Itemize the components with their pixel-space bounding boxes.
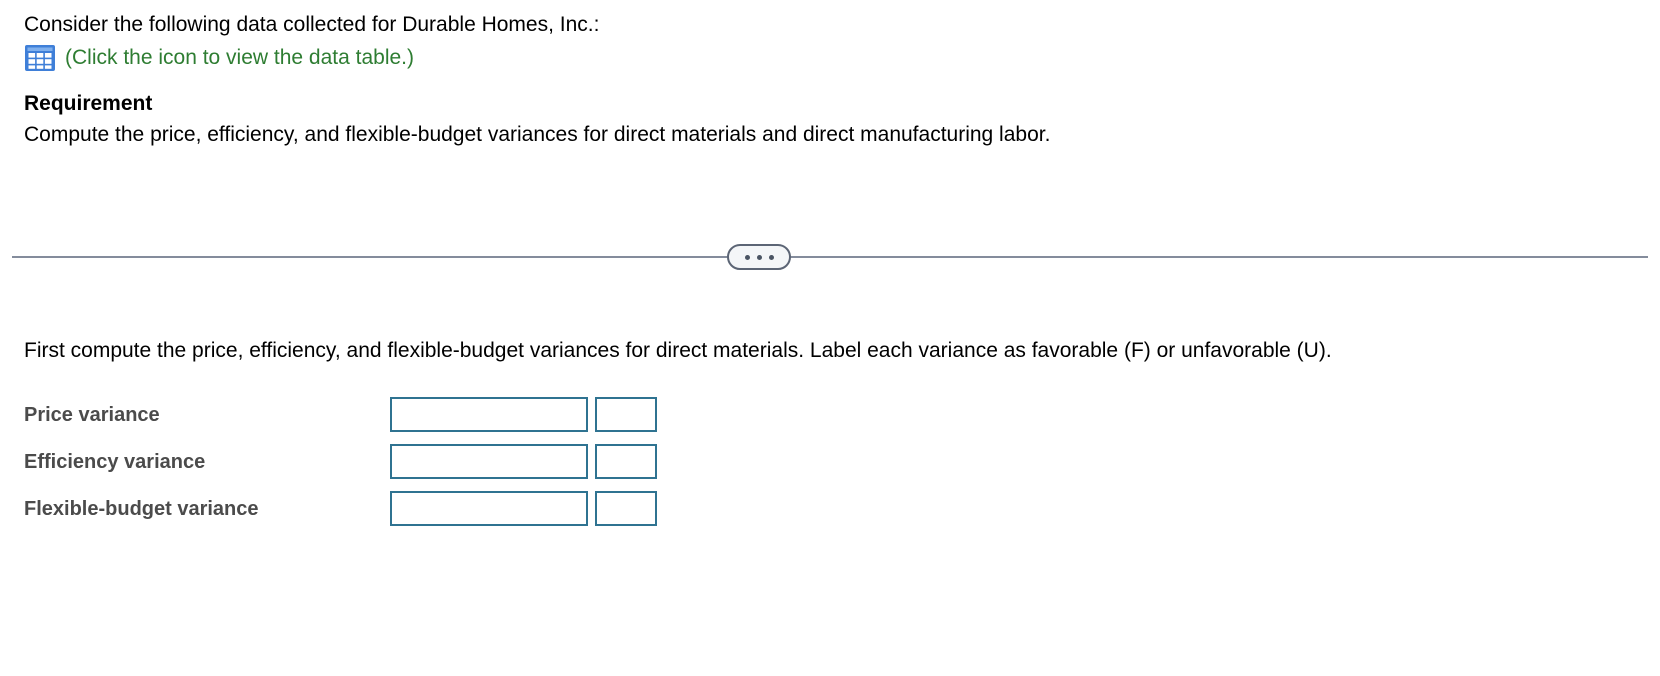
efficiency-variance-label: Efficiency variance xyxy=(24,450,206,473)
section-divider xyxy=(0,240,1660,274)
table-row: Price variance xyxy=(24,391,1634,438)
problem-statement: Consider the following data collected fo… xyxy=(24,10,1624,150)
divider-line xyxy=(12,256,1648,258)
data-table-link-row[interactable]: (Click the icon to view the data table.) xyxy=(24,44,1624,72)
table-row: Efficiency variance xyxy=(24,438,1634,485)
requirement-body: Compute the price, efficiency, and flexi… xyxy=(24,123,1051,146)
ellipsis-dot-1 xyxy=(744,254,750,260)
ellipsis-dot-3 xyxy=(768,254,774,260)
answer-prompt: First compute the price, efficiency, and… xyxy=(24,339,1332,362)
expand-ellipsis-button[interactable] xyxy=(727,244,791,270)
flexible-budget-variance-flag-input[interactable] xyxy=(595,491,657,526)
price-variance-flag-input[interactable] xyxy=(595,397,657,432)
variance-input-rows: Price variance Efficiency variance Flexi… xyxy=(24,391,1634,532)
ellipsis-dot-2 xyxy=(756,254,762,260)
flexible-budget-variance-amount-input[interactable] xyxy=(390,491,588,526)
answer-section: First compute the price, efficiency, and… xyxy=(24,336,1634,532)
data-table-icon[interactable] xyxy=(24,44,56,72)
efficiency-variance-flag-input[interactable] xyxy=(595,444,657,479)
price-variance-amount-input[interactable] xyxy=(390,397,588,432)
price-variance-label: Price variance xyxy=(24,403,160,426)
efficiency-variance-amount-input[interactable] xyxy=(390,444,588,479)
flexible-budget-variance-label: Flexible-budget variance xyxy=(24,497,259,520)
requirement-heading: Requirement xyxy=(24,92,153,115)
table-row: Flexible-budget variance xyxy=(24,485,1634,532)
intro-text: Consider the following data collected fo… xyxy=(24,13,600,36)
data-table-link-label[interactable]: (Click the icon to view the data table.) xyxy=(65,44,414,72)
